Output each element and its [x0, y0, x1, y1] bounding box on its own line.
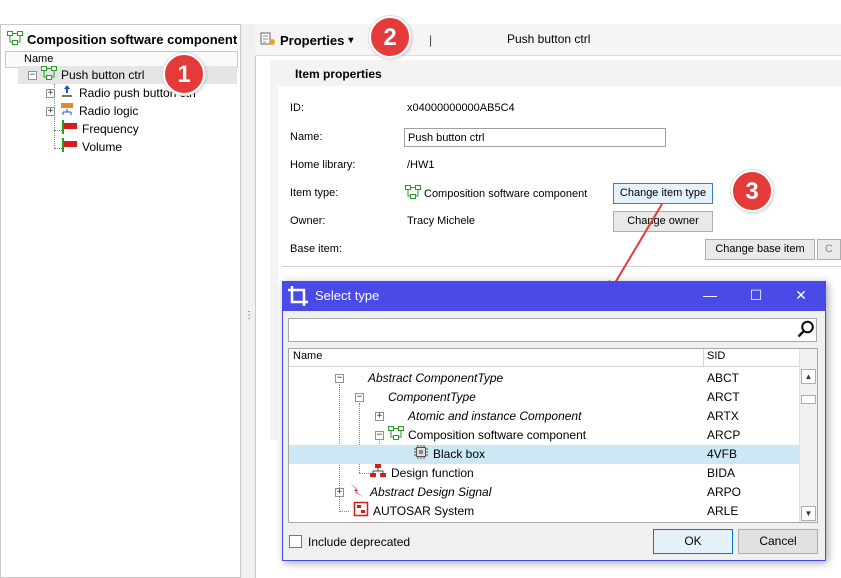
row-name: AUTOSAR System: [373, 504, 475, 518]
collapse-expander[interactable]: −: [28, 70, 37, 80]
tree-item-label: Radio logic: [79, 104, 139, 118]
id-value: x04000000000AB5C4: [407, 102, 515, 114]
port-flag-icon: [62, 119, 78, 139]
panel-title-text: Composition software component: [27, 32, 238, 47]
row-sid: ARCP: [707, 428, 741, 442]
ok-button[interactable]: OK: [653, 529, 733, 554]
row-name: Abstract Design Signal: [370, 485, 492, 499]
callout-badge-3: 3: [731, 170, 773, 212]
chevron-down-icon: ▾: [348, 34, 354, 46]
composition-icon: [388, 425, 404, 446]
expand-expander[interactable]: +: [46, 106, 55, 116]
selected-item-title: Push button ctrl: [507, 32, 591, 46]
composition-icon: [41, 65, 57, 85]
home-library-label: Home library:: [290, 159, 356, 171]
include-deprecated-label: Include deprecated: [308, 535, 411, 549]
tree-guide-line: [54, 148, 62, 149]
row-sid: ARTX: [707, 409, 739, 423]
home-library-value: /HW1: [407, 159, 435, 171]
tree-guide-line: [54, 130, 62, 131]
grid-row[interactable]: + Abstract Design Signal ARPO: [289, 482, 799, 502]
dialog-title: Select type: [315, 288, 380, 303]
tree-item-label: Push button ctrl: [61, 68, 145, 82]
close-icon[interactable]: ✕: [789, 284, 813, 306]
grid-row[interactable]: − ComponentType ARCT: [289, 388, 799, 407]
design-function-icon: [369, 463, 387, 485]
collapse-expander[interactable]: −: [375, 431, 384, 440]
item-type-label: Item type:: [290, 187, 339, 199]
column-divider[interactable]: [703, 349, 704, 367]
panel-title: Composition software component: [7, 31, 237, 48]
include-deprecated-checkbox[interactable]: [289, 535, 302, 548]
row-name: Atomic and instance Component: [408, 409, 582, 423]
row-name: Design function: [391, 466, 474, 480]
maximize-icon[interactable]: ☐: [744, 284, 768, 306]
tree-item-label: Volume: [82, 140, 123, 154]
grid-row[interactable]: − Composition software component ARCP: [289, 425, 799, 446]
composition-icon: [7, 31, 23, 48]
port-flag-icon: [62, 137, 78, 157]
row-sid: ARCT: [707, 390, 740, 404]
expand-expander[interactable]: +: [46, 88, 55, 98]
row-sid: ABCT: [707, 371, 740, 385]
expand-expander[interactable]: +: [335, 488, 344, 497]
tree-item-volume[interactable]: Volume: [62, 137, 123, 157]
grid-row-selected[interactable]: Black box 4VFB: [289, 444, 799, 466]
search-input[interactable]: [290, 320, 790, 340]
row-sid: ARPO: [707, 485, 742, 499]
row-name: ComponentType: [388, 390, 476, 404]
name-field[interactable]: [404, 128, 666, 147]
pane-splitter[interactable]: [241, 24, 255, 578]
chip-icon: [413, 444, 429, 466]
splitter-grip-icon[interactable]: ⋮: [244, 310, 254, 321]
callout-badge-2: 2: [369, 16, 411, 58]
grid-row[interactable]: AUTOSAR System ARLE: [289, 501, 799, 523]
select-type-icon: [287, 285, 309, 310]
row-sid: ARLE: [707, 504, 739, 518]
section-title: Item properties: [295, 67, 382, 81]
row-name: Black box: [433, 447, 486, 461]
collapse-expander[interactable]: −: [335, 374, 344, 383]
row-name: Composition software component: [408, 428, 587, 442]
cancel-button[interactable]: Cancel: [738, 529, 818, 554]
collapse-expander[interactable]: −: [355, 393, 364, 402]
name-label: Name:: [290, 131, 323, 143]
tree-item-frequency[interactable]: Frequency: [62, 119, 139, 139]
grid-row[interactable]: − Abstract ComponentType ABCT: [289, 369, 799, 388]
base-item-label: Base item:: [290, 243, 342, 255]
scroll-thumb[interactable]: [801, 395, 816, 404]
owner-value: Tracy Michele: [407, 215, 476, 227]
row-name: Abstract ComponentType: [368, 371, 504, 385]
column-header-sid[interactable]: SID: [707, 350, 725, 362]
autosar-system-icon: [353, 501, 369, 523]
callout-badge-1: 1: [163, 53, 205, 95]
properties-icon: [260, 31, 276, 50]
minimize-icon[interactable]: —: [698, 284, 722, 306]
row-sid: 4VFB: [707, 447, 738, 461]
grid-row[interactable]: + Atomic and instance Component ARTX: [289, 407, 799, 426]
item-type-value: Composition software component: [405, 185, 587, 202]
change-base-item-button[interactable]: Change base item: [705, 239, 815, 260]
grid-row[interactable]: Design function BIDA: [289, 463, 799, 485]
search-icon[interactable]: [797, 320, 815, 341]
push-button-signal-icon: [59, 84, 75, 103]
logic-icon: [59, 102, 75, 121]
expand-expander[interactable]: +: [375, 412, 384, 421]
clear-base-item-button[interactable]: C: [817, 239, 841, 260]
item-type-text: Composition software component: [424, 187, 588, 200]
id-label: ID:: [290, 102, 305, 114]
scroll-up-icon[interactable]: ▲: [801, 369, 816, 384]
tree-item-label: Frequency: [82, 122, 139, 136]
properties-label: Properties: [280, 32, 345, 48]
tree-item-radio-logic[interactable]: + Radio logic: [46, 102, 138, 120]
row-sid: BIDA: [707, 466, 736, 480]
scroll-down-icon[interactable]: ▼: [801, 506, 816, 521]
section-divider: [282, 266, 841, 267]
toolbar-separator: |: [429, 33, 433, 47]
owner-label: Owner:: [290, 215, 326, 227]
properties-dropdown-button[interactable]: Properties ▾: [260, 30, 353, 50]
column-header-name[interactable]: Name: [293, 350, 322, 362]
composition-icon: [405, 185, 421, 202]
